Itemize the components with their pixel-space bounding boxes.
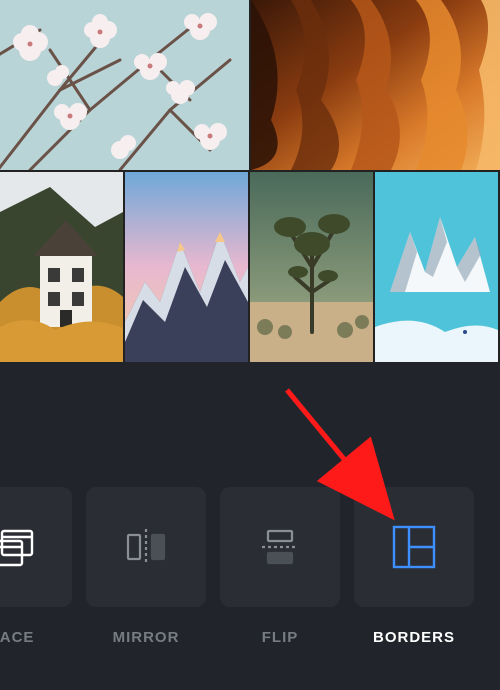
tool-borders: BORDERS xyxy=(354,487,474,646)
photo-gallery xyxy=(0,0,500,362)
tool-tile-mirror[interactable] xyxy=(86,487,206,607)
tool-tile-borders[interactable] xyxy=(354,487,474,607)
mirror-icon xyxy=(122,527,170,567)
gallery-thumb[interactable] xyxy=(251,0,500,170)
tool-label: LACE xyxy=(0,629,34,646)
tool-tile-flip[interactable] xyxy=(220,487,340,607)
gallery-thumb[interactable] xyxy=(125,172,248,362)
tool-label: FLIP xyxy=(262,629,299,646)
tool-label: BORDERS xyxy=(373,629,455,646)
tool-tile-replace[interactable] xyxy=(0,487,72,607)
tool-flip: FLIP xyxy=(220,487,340,646)
tool-label: MIRROR xyxy=(113,629,180,646)
gallery-thumb[interactable] xyxy=(250,172,373,362)
flip-icon xyxy=(256,527,304,567)
tool-mirror: MIRROR xyxy=(86,487,206,646)
gallery-thumb[interactable] xyxy=(0,0,249,170)
replace-icon xyxy=(0,525,36,569)
gallery-thumb[interactable] xyxy=(375,172,498,362)
tool-replace: LACE xyxy=(0,487,72,646)
borders-icon xyxy=(391,524,437,570)
editor-toolbar: LACE MIRROR xyxy=(0,362,500,690)
gallery-thumb[interactable] xyxy=(0,172,123,362)
